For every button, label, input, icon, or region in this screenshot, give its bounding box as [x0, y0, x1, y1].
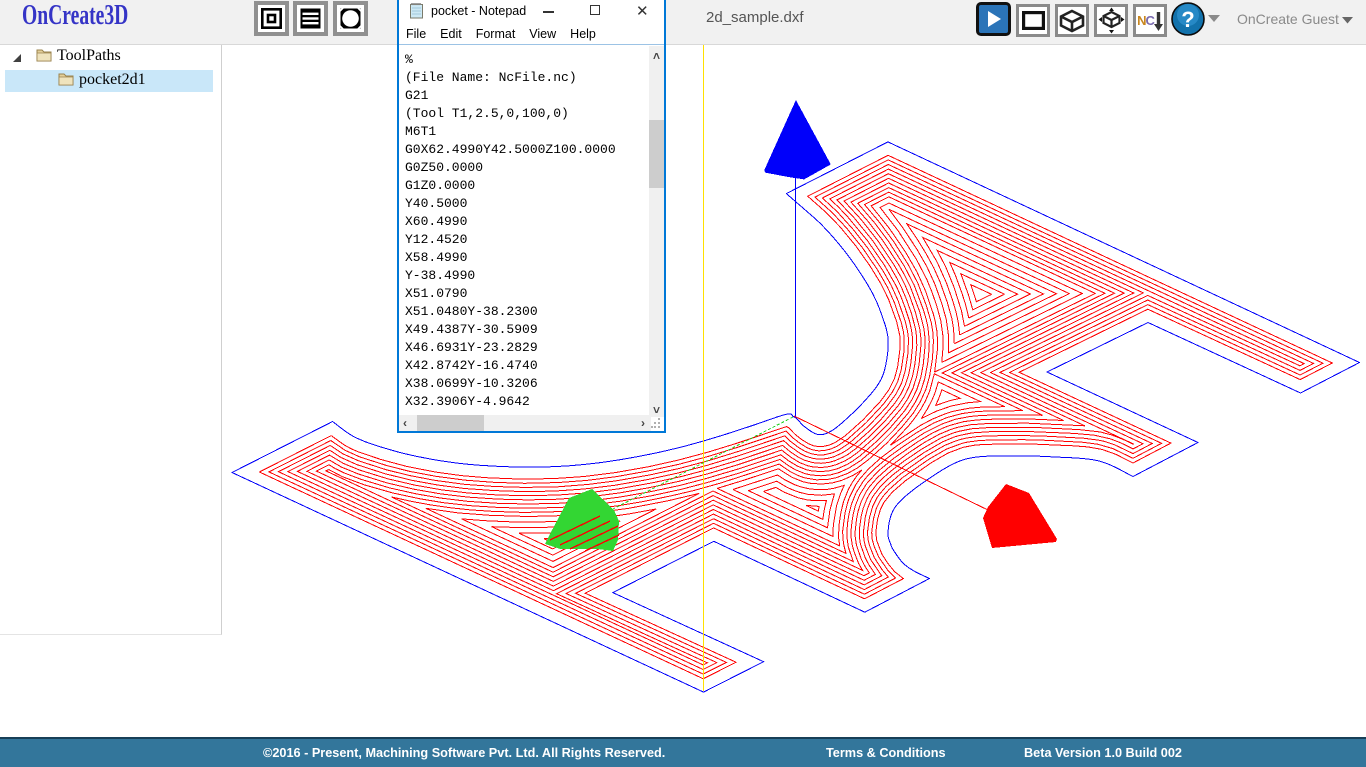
svg-text:?: ?	[1181, 7, 1194, 32]
